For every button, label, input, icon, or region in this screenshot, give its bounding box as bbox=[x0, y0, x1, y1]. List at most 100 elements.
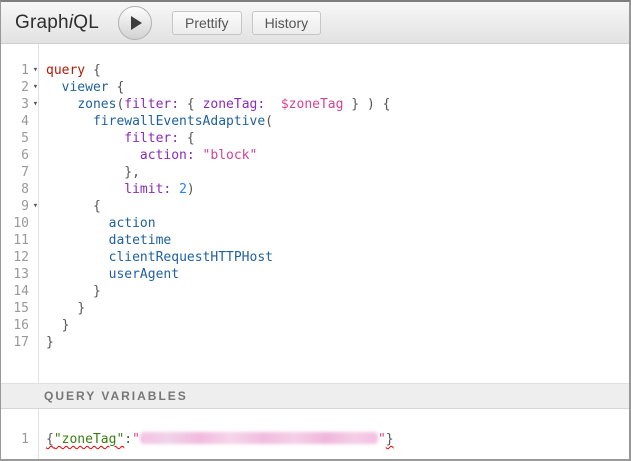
code-token bbox=[46, 216, 109, 231]
fold-toggle-icon[interactable]: ▾ bbox=[29, 198, 42, 215]
code-line: 8 limit: 2) bbox=[1, 181, 629, 198]
line-number: 10 bbox=[1, 215, 29, 232]
code-token: ( bbox=[265, 114, 273, 129]
code-line-text[interactable]: { bbox=[42, 198, 101, 215]
code-line-text[interactable]: action bbox=[42, 215, 156, 232]
code-token: { bbox=[93, 199, 101, 214]
fold-gutter-spacer bbox=[29, 181, 42, 198]
code-token: } ) { bbox=[343, 97, 390, 112]
code-line: 2▾ viewer { bbox=[1, 79, 629, 96]
execute-button[interactable] bbox=[118, 6, 152, 40]
code-line-text[interactable]: datetime bbox=[42, 232, 171, 249]
code-line-text[interactable]: }, bbox=[42, 164, 140, 181]
logo-text: Graph bbox=[15, 12, 69, 33]
code-token bbox=[46, 250, 109, 265]
code-token bbox=[46, 148, 140, 163]
code-token: ) bbox=[187, 182, 195, 197]
code-line: 1▾query { bbox=[1, 62, 629, 79]
code-line-text[interactable]: query { bbox=[42, 62, 101, 79]
code-token: } bbox=[93, 284, 101, 299]
query-editor[interactable]: 1▾query {2▾ viewer {3▾ zones(filter: { z… bbox=[1, 44, 629, 383]
code-token bbox=[171, 182, 179, 197]
code-token: filter: bbox=[124, 131, 179, 146]
code-token bbox=[46, 80, 62, 95]
fold-gutter-spacer bbox=[29, 164, 42, 181]
code-line-text[interactable]: action: "block" bbox=[42, 147, 257, 164]
code-token: action: bbox=[140, 148, 195, 163]
code-line-text[interactable]: userAgent bbox=[42, 266, 179, 283]
variables-editor[interactable]: 1{"zoneTag":""} bbox=[1, 409, 629, 459]
line-number: 7 bbox=[1, 164, 29, 181]
line-number: 13 bbox=[1, 266, 29, 283]
line-number: 14 bbox=[1, 283, 29, 300]
code-line-text[interactable]: {"zoneTag":""} bbox=[42, 431, 394, 448]
code-token: "block" bbox=[203, 148, 258, 163]
play-icon bbox=[131, 16, 142, 30]
query-code-lines: 1▾query {2▾ viewer {3▾ zones(filter: { z… bbox=[1, 62, 629, 351]
code-token: { bbox=[46, 432, 54, 447]
code-line-text[interactable]: viewer { bbox=[42, 79, 124, 96]
code-token bbox=[195, 148, 203, 163]
code-token: limit: bbox=[124, 182, 171, 197]
toolbar: GraphiQL Prettify History bbox=[1, 2, 629, 44]
history-button[interactable]: History bbox=[252, 11, 322, 35]
code-line-text[interactable]: firewallEventsAdaptive( bbox=[42, 113, 273, 130]
code-line: 17} bbox=[1, 334, 629, 351]
code-token: query bbox=[46, 63, 85, 78]
code-token: zoneTag: bbox=[203, 97, 266, 112]
code-line-text[interactable]: filter: { bbox=[42, 130, 195, 147]
line-number: 4 bbox=[1, 113, 29, 130]
fold-toggle-icon[interactable]: ▾ bbox=[29, 96, 42, 113]
query-variables-header[interactable]: QUERY VARIABLES bbox=[1, 383, 629, 409]
code-line: 6 action: "block" bbox=[1, 147, 629, 164]
code-token bbox=[46, 267, 109, 282]
code-line: 12 clientRequestHTTPHost bbox=[1, 249, 629, 266]
code-token: userAgent bbox=[109, 267, 179, 282]
line-number: 16 bbox=[1, 317, 29, 334]
code-token: firewallEventsAdaptive bbox=[93, 114, 265, 129]
fold-toggle-icon[interactable]: ▾ bbox=[29, 79, 42, 96]
variables-code-lines: 1{"zoneTag":""} bbox=[1, 431, 629, 448]
code-token: " bbox=[132, 432, 140, 447]
line-number: 9 bbox=[1, 198, 29, 215]
code-token: 2 bbox=[179, 182, 187, 197]
code-token bbox=[46, 97, 77, 112]
code-line-text[interactable]: clientRequestHTTPHost bbox=[42, 249, 273, 266]
line-number: 6 bbox=[1, 147, 29, 164]
code-token: } bbox=[46, 335, 54, 350]
line-number: 17 bbox=[1, 334, 29, 351]
code-token: } bbox=[77, 301, 85, 316]
query-variables-title: QUERY VARIABLES bbox=[44, 389, 188, 403]
code-line: 3▾ zones(filter: { zoneTag: $zoneTag } )… bbox=[1, 96, 629, 113]
gutter-divider bbox=[38, 409, 39, 459]
code-line: 16 } bbox=[1, 317, 629, 334]
code-token bbox=[46, 131, 124, 146]
code-line-text[interactable]: limit: 2) bbox=[42, 181, 195, 198]
code-line-text[interactable]: } bbox=[42, 283, 101, 300]
graphiql-logo: GraphiQL bbox=[15, 12, 99, 34]
code-line: 10 action bbox=[1, 215, 629, 232]
code-line-text[interactable]: zones(filter: { zoneTag: $zoneTag } ) { bbox=[42, 96, 390, 113]
code-token: viewer bbox=[62, 80, 109, 95]
code-line: 14 } bbox=[1, 283, 629, 300]
fold-gutter-spacer bbox=[29, 431, 42, 448]
code-token bbox=[46, 233, 109, 248]
fold-gutter-spacer bbox=[29, 215, 42, 232]
code-token: } bbox=[62, 318, 70, 333]
prettify-button[interactable]: Prettify bbox=[172, 11, 242, 35]
code-token: filter: bbox=[124, 97, 179, 112]
code-line-text[interactable]: } bbox=[42, 334, 54, 351]
code-line: 7 }, bbox=[1, 164, 629, 181]
code-line: 11 datetime bbox=[1, 232, 629, 249]
fold-toggle-icon[interactable]: ▾ bbox=[29, 62, 42, 79]
code-token: clientRequestHTTPHost bbox=[109, 250, 273, 265]
code-line: 15 } bbox=[1, 300, 629, 317]
code-token: { bbox=[179, 131, 195, 146]
code-token: : bbox=[124, 432, 132, 447]
code-line-text[interactable]: } bbox=[42, 317, 69, 334]
code-line-text[interactable]: } bbox=[42, 300, 85, 317]
code-token bbox=[46, 199, 93, 214]
code-token bbox=[46, 165, 124, 180]
code-token bbox=[46, 301, 77, 316]
code-token: zones bbox=[77, 97, 116, 112]
